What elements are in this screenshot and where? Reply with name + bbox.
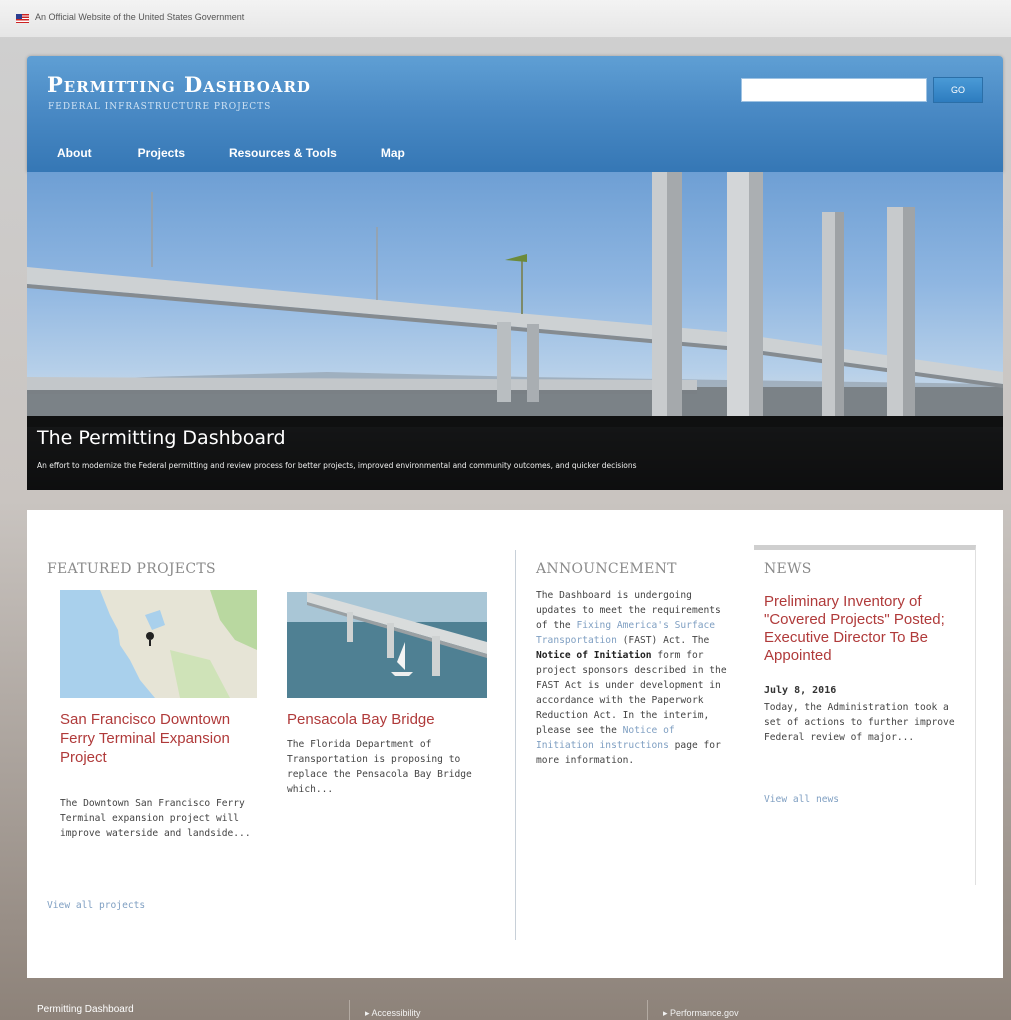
site-header: Permitting Dashboard Federal Infrastruct… bbox=[27, 56, 1003, 172]
hero-banner: The Permitting Dashboard An effort to mo… bbox=[27, 172, 1003, 490]
view-all-projects-link[interactable]: View all projects bbox=[47, 900, 145, 911]
announcement-heading: Announcement bbox=[536, 561, 677, 577]
announcement-text-part: form for project sponsors described in t… bbox=[536, 650, 727, 736]
footer-divider bbox=[647, 1000, 648, 1020]
announcement-text-part: (FAST) Act. bbox=[622, 635, 687, 646]
project-title-pensacola-bridge[interactable]: Pensacola Bay Bridge bbox=[287, 710, 487, 729]
news-heading: News bbox=[764, 561, 812, 577]
hero-text: An effort to modernize the Federal permi… bbox=[37, 461, 637, 470]
hero-title: The Permitting Dashboard bbox=[37, 427, 286, 449]
search-go-button[interactable]: GO bbox=[933, 77, 983, 103]
announcement-text-part: The bbox=[691, 635, 710, 646]
footer-link-accessibility[interactable]: ▸ Accessibility bbox=[365, 1008, 421, 1019]
news-title-link[interactable]: Preliminary Inventory of "Covered Projec… bbox=[764, 593, 974, 665]
hero-caption: The Permitting Dashboard An effort to mo… bbox=[27, 416, 1003, 490]
pensacola-bridge-image[interactable] bbox=[287, 592, 487, 698]
notice-of-initiation-bold: Notice of Initiation bbox=[536, 650, 652, 661]
project-text-pensacola-bridge: The Florida Department of Transportation… bbox=[287, 739, 472, 795]
us-flag-icon bbox=[16, 14, 29, 23]
footer-title: Permitting Dashboard bbox=[37, 1004, 134, 1015]
column-divider bbox=[515, 550, 516, 940]
footer-link-performance-label: Performance.gov bbox=[670, 1008, 739, 1018]
search-input[interactable] bbox=[741, 78, 927, 102]
site-subtitle: Federal Infrastructure Projects bbox=[48, 102, 272, 112]
nav-item-about[interactable]: About bbox=[57, 146, 92, 160]
nav-item-map[interactable]: Map bbox=[381, 146, 405, 160]
main-content: Featured Projects San Francisco Downtown… bbox=[27, 510, 1003, 978]
footer-link-accessibility-label: Accessibility bbox=[371, 1008, 421, 1018]
footer-divider bbox=[349, 1000, 350, 1020]
gov-banner: An Official Website of the United States… bbox=[0, 0, 1011, 38]
gov-banner-text: An Official Website of the United States… bbox=[35, 12, 245, 22]
footer-link-performance[interactable]: ▸ Performance.gov bbox=[663, 1008, 739, 1019]
project-title-ferry-terminal[interactable]: San Francisco Downtown Ferry Terminal Ex… bbox=[60, 710, 260, 767]
nav-item-projects[interactable]: Projects bbox=[138, 146, 185, 160]
view-all-news-link[interactable]: View all news bbox=[764, 794, 839, 805]
site-footer: Permitting Dashboard ▸ Accessibility ▸ P… bbox=[27, 990, 1003, 1020]
nav-item-resources-tools[interactable]: Resources & Tools bbox=[229, 146, 337, 160]
news-date: July 8, 2016 bbox=[764, 685, 837, 696]
featured-projects-heading: Featured Projects bbox=[47, 561, 216, 577]
news-text: Today, the Administration took a set of … bbox=[764, 702, 955, 743]
news-box: News Preliminary Inventory of "Covered P… bbox=[754, 545, 976, 885]
announcement-text: The Dashboard is undergoing updates to m… bbox=[536, 588, 736, 768]
ferry-terminal-map-image[interactable] bbox=[60, 590, 257, 698]
project-text-ferry-terminal: The Downtown San Francisco Ferry Termina… bbox=[60, 798, 251, 839]
site-title[interactable]: Permitting Dashboard bbox=[47, 72, 311, 97]
main-nav: About Projects Resources & Tools Map bbox=[57, 146, 405, 160]
